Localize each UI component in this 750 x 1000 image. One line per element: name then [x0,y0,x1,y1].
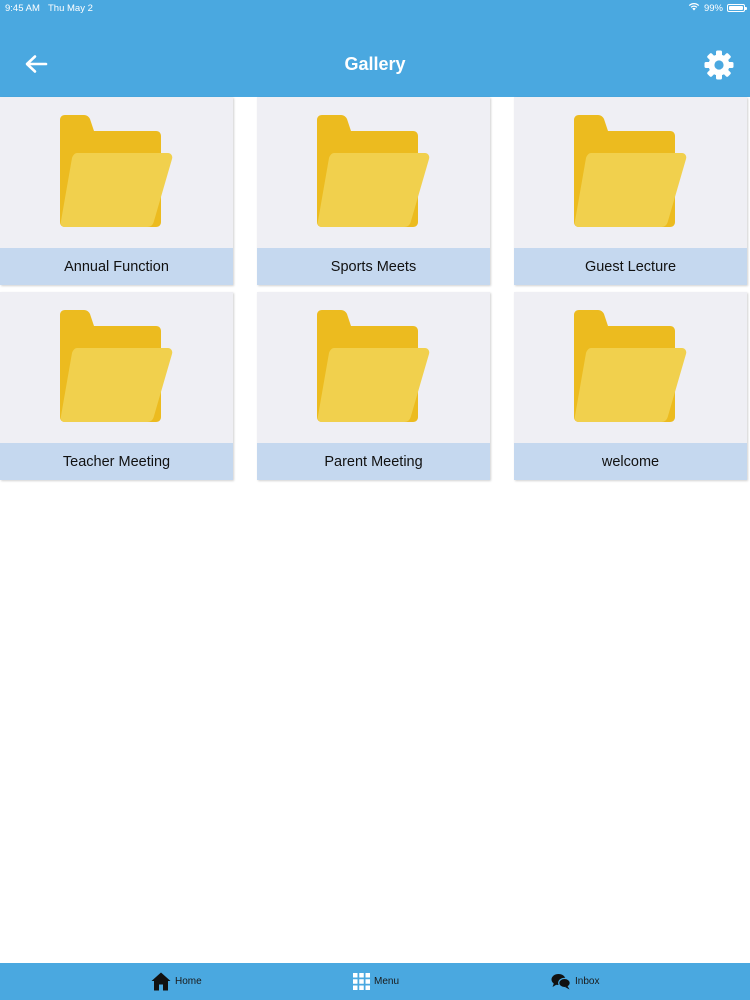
tab-home-label: Home [175,976,202,987]
status-time: 9:45 AM [5,3,40,14]
settings-button[interactable] [700,48,738,86]
album-card[interactable]: Guest Lecture [514,97,747,285]
gear-icon [703,49,735,86]
status-bar: 9:45 AM Thu May 2 99% [0,0,750,16]
album-label: Guest Lecture [514,248,747,285]
folder-icon [574,115,688,228]
status-indicators: 99% [688,2,747,14]
album-card[interactable]: Teacher Meeting [0,292,233,480]
album-label: Teacher Meeting [0,443,233,480]
album-label: welcome [514,443,747,480]
tab-inbox[interactable]: Inbox [551,963,599,1000]
folder-icon [60,310,174,423]
battery-icon [727,4,747,12]
chat-bubbles-icon [551,973,571,990]
home-icon [151,972,171,991]
folder-icon [317,115,431,228]
tab-inbox-label: Inbox [575,976,600,987]
album-label: Sports Meets [257,248,490,285]
bottom-tab-bar: Home Menu Inbox [0,963,750,1000]
arrow-left-icon [24,54,48,79]
folder-icon [574,310,688,423]
battery-level [729,6,743,10]
album-card[interactable]: welcome [514,292,747,480]
battery-percent: 99% [703,2,723,14]
status-date: Thu May 2 [48,3,93,14]
album-card[interactable]: Sports Meets [257,97,490,285]
wifi-icon [688,2,700,14]
back-button[interactable] [20,50,52,82]
album-label: Parent Meeting [257,443,490,480]
grid-icon [353,973,370,990]
tab-menu-label: Menu [374,976,400,987]
tab-home[interactable]: Home [151,963,202,1000]
folder-icon [60,115,174,228]
album-label: Annual Function [0,248,233,285]
album-card[interactable]: Annual Function [0,97,233,285]
header-bar: 9:45 AM Thu May 2 99% Gallery [0,0,750,97]
folder-icon [317,310,431,423]
page-title: Gallery [344,54,406,74]
tab-menu[interactable]: Menu [353,963,399,1000]
album-card[interactable]: Parent Meeting [257,292,490,480]
